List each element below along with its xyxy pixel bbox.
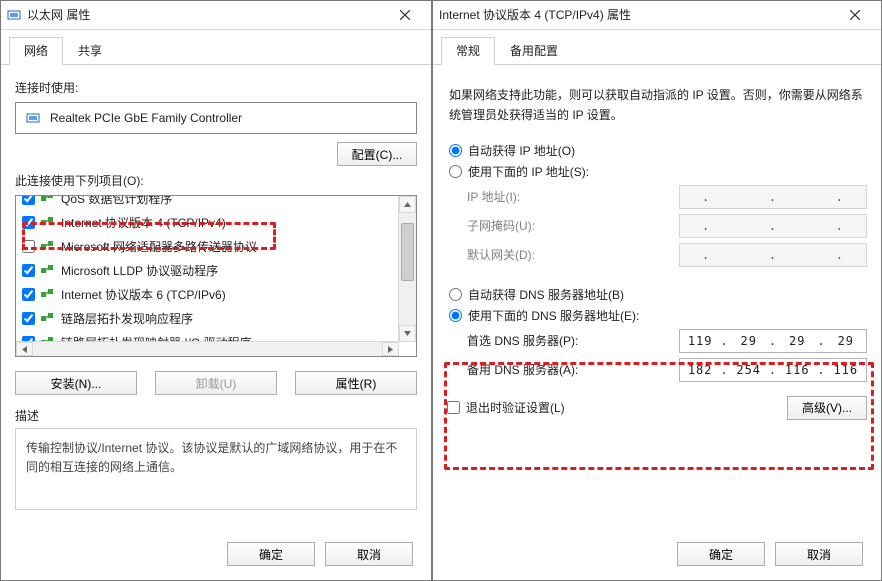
advanced-button[interactable]: 高级(V)... — [787, 396, 867, 420]
gateway-input: ... — [679, 243, 867, 267]
adapter-icon — [26, 111, 42, 125]
scroll-down-button[interactable] — [399, 325, 416, 342]
validate-label: 退出时验证设置(L) — [466, 399, 565, 416]
dialog-title: 以太网 属性 — [27, 1, 90, 29]
uninstall-button[interactable]: 卸载(U) — [155, 371, 277, 395]
protocol-checkbox[interactable] — [22, 196, 35, 205]
protocol-label: Microsoft LLDP 协议驱动程序 — [61, 262, 218, 279]
cancel-button[interactable]: 取消 — [325, 542, 413, 566]
subnet-label: 子网掩码(U): — [467, 217, 535, 234]
dns-alt-input[interactable]: 182. 254. 116. 116 — [679, 358, 867, 382]
scroll-thumb[interactable] — [401, 223, 414, 281]
dns-pref-input[interactable]: 119. 29. 29. 29 — [679, 329, 867, 353]
protocol-icon — [41, 264, 55, 276]
protocol-label: 链路层拓扑发现响应程序 — [61, 310, 193, 327]
protocol-checkbox[interactable] — [22, 312, 35, 325]
subnet-input: ... — [679, 214, 867, 238]
ip-address-label: IP 地址(I): — [467, 188, 520, 205]
cancel-button[interactable]: 取消 — [775, 542, 863, 566]
ethernet-icon — [7, 8, 21, 22]
protocol-list-item[interactable]: Microsoft 网络适配器多路传送器协议 — [16, 234, 399, 258]
close-button[interactable] — [835, 1, 875, 29]
tab-sharing[interactable]: 共享 — [63, 37, 117, 65]
dns-auto-radio[interactable] — [449, 288, 462, 301]
protocol-listbox[interactable]: QoS 数据包计划程序 Internet 协议版本 4 (TCP/IPv4) Mic… — [15, 195, 417, 357]
protocol-label: Internet 协议版本 4 (TCP/IPv4) — [61, 214, 226, 231]
scroll-left-button[interactable] — [16, 342, 33, 356]
dns-auto-label: 自动获得 DNS 服务器地址(B) — [468, 286, 624, 303]
protocol-label: Internet 协议版本 6 (TCP/IPv6) — [61, 286, 226, 303]
tab-alternate[interactable]: 备用配置 — [495, 37, 573, 65]
dialog-body: 连接时使用: Realtek PCIe GbE Family Controlle… — [1, 65, 431, 520]
tabs: 常规 备用配置 — [433, 30, 881, 65]
protocol-icon — [41, 288, 55, 300]
protocol-checkbox[interactable] — [22, 240, 35, 253]
description-text: 传输控制协议/Internet 协议。该协议是默认的广域网络协议，用于在不同的相… — [15, 428, 417, 510]
scroll-track[interactable] — [399, 213, 416, 325]
tab-network[interactable]: 网络 — [9, 37, 63, 65]
adapter-field: Realtek PCIe GbE Family Controller — [15, 102, 417, 134]
ip-address-input: ... — [679, 185, 867, 209]
ok-button[interactable]: 确定 — [227, 542, 315, 566]
dns-alt-label: 备用 DNS 服务器(A): — [467, 361, 578, 378]
protocol-list-item[interactable]: QoS 数据包计划程序 — [16, 196, 399, 210]
titlebar: Internet 协议版本 4 (TCP/IPv4) 属性 — [433, 1, 881, 30]
tabs: 网络 共享 — [1, 30, 431, 65]
protocol-checkbox[interactable] — [22, 288, 35, 301]
protocol-checkbox[interactable] — [22, 216, 35, 229]
protocol-icon — [41, 312, 55, 324]
ip-auto-radio[interactable] — [449, 144, 462, 157]
titlebar: 以太网 属性 — [1, 1, 431, 30]
protocol-label: QoS 数据包计划程序 — [61, 196, 172, 207]
ip-manual-label: 使用下面的 IP 地址(S): — [468, 163, 589, 180]
scroll-right-button[interactable] — [382, 342, 399, 356]
description-label: 描述 — [15, 407, 417, 424]
connect-using-label: 连接时使用: — [15, 79, 417, 96]
install-button[interactable]: 安装(N)... — [15, 371, 137, 395]
dialog-body: 如果网络支持此功能，则可以获取自动指派的 IP 设置。否则，你需要从网络系统管理… — [433, 65, 881, 430]
ipv4-properties-dialog: Internet 协议版本 4 (TCP/IPv4) 属性 常规 备用配置 如果… — [432, 0, 882, 581]
dns-manual-radio[interactable] — [449, 309, 462, 322]
gateway-label: 默认网关(D): — [467, 246, 535, 263]
protocol-label: Microsoft 网络适配器多路传送器协议 — [61, 238, 257, 255]
dns-pref-label: 首选 DNS 服务器(P): — [467, 332, 578, 349]
protocol-list-item[interactable]: Microsoft LLDP 协议驱动程序 — [16, 258, 399, 282]
scroll-up-button[interactable] — [399, 196, 416, 213]
configure-button[interactable]: 配置(C)... — [337, 142, 417, 166]
protocol-list-item[interactable]: Internet 协议版本 4 (TCP/IPv4) — [16, 210, 399, 234]
protocol-icon — [41, 240, 55, 252]
protocol-icon — [41, 216, 55, 228]
validate-checkbox[interactable] — [447, 401, 460, 414]
ip-manual-radio[interactable] — [449, 165, 462, 178]
protocol-list-item[interactable]: Internet 协议版本 6 (TCP/IPv6) — [16, 282, 399, 306]
ip-auto-label: 自动获得 IP 地址(O) — [468, 142, 575, 159]
protocol-icon — [41, 196, 55, 204]
ethernet-properties-dialog: 以太网 属性 网络 共享 连接时使用: Realtek PCIe GbE Fam… — [0, 0, 432, 581]
horizontal-scrollbar[interactable] — [16, 341, 399, 356]
ok-button[interactable]: 确定 — [677, 542, 765, 566]
intro-text: 如果网络支持此功能，则可以获取自动指派的 IP 设置。否则，你需要从网络系统管理… — [449, 85, 865, 126]
protocol-list-item[interactable]: 链路层拓扑发现响应程序 — [16, 306, 399, 330]
items-label: 此连接使用下列项目(O): — [15, 172, 417, 189]
adapter-name: Realtek PCIe GbE Family Controller — [50, 111, 242, 125]
close-button[interactable] — [385, 1, 425, 29]
dns-manual-label: 使用下面的 DNS 服务器地址(E): — [468, 307, 639, 324]
dialog-title: Internet 协议版本 4 (TCP/IPv4) 属性 — [439, 1, 631, 29]
scroll-track-h[interactable] — [33, 342, 382, 356]
tab-general[interactable]: 常规 — [441, 37, 495, 65]
properties-button[interactable]: 属性(R) — [295, 371, 417, 395]
protocol-checkbox[interactable] — [22, 264, 35, 277]
vertical-scrollbar[interactable] — [398, 196, 416, 342]
